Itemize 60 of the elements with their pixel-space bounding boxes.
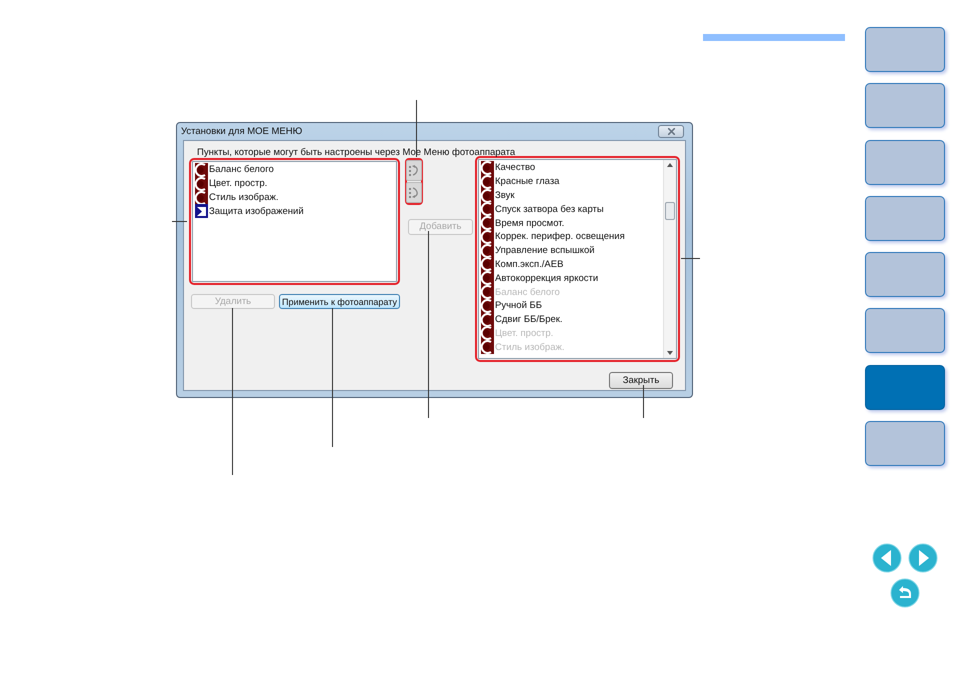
camera-mode-icon xyxy=(481,244,494,258)
list-item[interactable]: Время просмот. xyxy=(495,218,564,229)
camera-mode-icon xyxy=(481,285,494,300)
list-item[interactable]: Звук xyxy=(495,190,514,201)
camera-mode-icon xyxy=(195,162,208,177)
list-box[interactable]: Баланс белого Цвет. простр. Стиль изображ. Защита изображений xyxy=(192,161,397,282)
camera-mode-icon xyxy=(481,230,494,244)
next-page-icon[interactable] xyxy=(908,543,938,574)
window-title: Установки для МОЕ МЕНЮ xyxy=(181,126,302,137)
list-item[interactable]: Ручной ББ xyxy=(495,300,542,312)
list-item[interactable]: Баланс белого xyxy=(209,164,274,176)
chapter-tab[interactable] xyxy=(864,421,944,466)
list-item[interactable]: Защита изображений xyxy=(209,206,304,217)
list-item[interactable]: Комп.эксп./AEB xyxy=(495,258,564,270)
apply-button[interactable]: Применить к фотоаппарату xyxy=(278,294,400,309)
list-item[interactable]: Автокоррекция яркости xyxy=(495,272,598,284)
list-item[interactable]: Коррек. перифер. освещения xyxy=(495,231,625,242)
list-item[interactable]: Управление вспышкой xyxy=(495,245,595,256)
list-item[interactable]: Качество xyxy=(495,162,536,174)
return-icon[interactable] xyxy=(890,578,920,608)
leader-line xyxy=(680,258,700,259)
move-down-icon xyxy=(409,186,419,198)
chapter-tab[interactable] xyxy=(864,364,944,410)
camera-mode-icon xyxy=(481,202,494,216)
scroll-down-icon[interactable] xyxy=(667,351,673,355)
list-item[interactable]: Сдвиг ББ/Брек. xyxy=(495,314,563,326)
previous-page-icon[interactable] xyxy=(872,543,902,574)
leader-line xyxy=(172,221,188,222)
camera-mode-icon xyxy=(481,160,494,175)
list-item[interactable]: Спуск затвора без карты xyxy=(495,204,604,215)
camera-mode-icon xyxy=(481,257,494,272)
close-dialog-button[interactable]: Закрыть xyxy=(609,372,673,389)
chapter-tab[interactable] xyxy=(864,27,944,72)
scroll-thumb[interactable] xyxy=(665,202,675,220)
camera-mode-icon xyxy=(195,176,208,191)
camera-mode-icon xyxy=(481,174,494,189)
close-button[interactable] xyxy=(658,125,684,138)
list-item[interactable]: Красные глаза xyxy=(495,176,560,188)
camera-mode-icon xyxy=(481,340,494,354)
chapter-tab[interactable] xyxy=(864,252,944,298)
move-up-icon xyxy=(409,165,419,176)
camera-mode-icon xyxy=(481,188,494,202)
leader-line xyxy=(416,100,417,158)
camera-mode-icon xyxy=(195,190,208,204)
close-icon xyxy=(668,128,674,135)
playback-mode-icon xyxy=(195,204,208,218)
camera-mode-icon xyxy=(481,216,494,230)
list-item[interactable]: Стиль изображ. xyxy=(209,192,278,203)
chapter-tab[interactable] xyxy=(864,308,944,354)
chapter-tab[interactable] xyxy=(864,83,944,128)
camera-mode-icon xyxy=(481,298,494,313)
camera-mode-icon xyxy=(481,326,494,340)
list-item[interactable]: Цвет. простр. xyxy=(209,178,268,190)
camera-mode-icon xyxy=(481,271,494,286)
chapter-tab[interactable] xyxy=(864,196,944,241)
leader-line xyxy=(643,384,644,418)
scrollbar[interactable] xyxy=(663,160,676,358)
scroll-up-icon[interactable] xyxy=(667,163,673,167)
camera-mode-icon xyxy=(481,312,494,327)
chapter-tab[interactable] xyxy=(864,140,944,185)
